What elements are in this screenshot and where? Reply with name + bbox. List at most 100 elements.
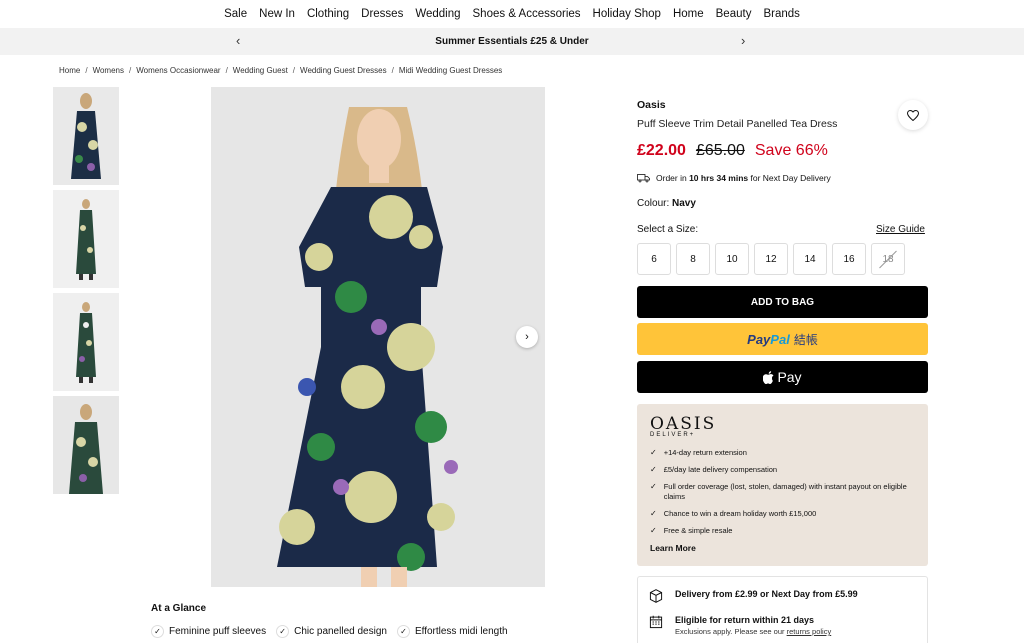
perk-label: +14-day return extension (663, 448, 747, 457)
paypal-checkout-label: 結帳 (793, 332, 818, 347)
size-option-8[interactable]: 8 (676, 243, 710, 275)
size-option-14[interactable]: 14 (793, 243, 827, 275)
perk-label: Free & simple resale (663, 526, 733, 535)
product-brand[interactable]: Oasis (637, 99, 928, 111)
next-image-button[interactable]: › (516, 326, 538, 348)
perk-label: Chance to win a dream holiday worth £15,… (663, 509, 817, 518)
nav-holiday-shop[interactable]: Holiday Shop (587, 8, 667, 20)
nav-sale[interactable]: Sale (218, 8, 253, 20)
breadcrumb-occasionwear[interactable]: Womens Occasionwear (136, 66, 220, 75)
check-icon: ✓ (650, 509, 657, 518)
glance-item: ✓ Effortless midi length (396, 625, 508, 638)
delivery-time: 10 hrs 34 mins (689, 173, 749, 183)
top-navigation: Sale New In Clothing Dresses Wedding Sho… (0, 0, 1024, 28)
breadcrumb-separator: / (129, 66, 132, 75)
check-icon: ✓ (650, 448, 657, 457)
glance-item-label: Effortless midi length (414, 626, 508, 637)
perk-item: ✓ Full order coverage (lost, stolen, dama… (650, 482, 915, 502)
glance-item-label: Chic panelled design (294, 626, 387, 637)
breadcrumb-midi-dresses[interactable]: Midi Wedding Guest Dresses (399, 66, 502, 75)
nav-clothing[interactable]: Clothing (301, 8, 355, 20)
price-row: £22.00 £65.00 Save 66% (637, 142, 928, 160)
nav-brands[interactable]: Brands (757, 8, 805, 20)
chevron-left-icon[interactable]: ‹ (236, 33, 240, 48)
size-option-6[interactable]: 6 (637, 243, 671, 275)
nav-home[interactable]: Home (667, 8, 710, 20)
check-icon: ✓ (650, 465, 657, 474)
perk-item: ✓ Free & simple resale (650, 526, 915, 536)
thumbnail-3[interactable] (53, 293, 119, 391)
thumbnail-1[interactable] (53, 87, 119, 185)
apple-pay-button[interactable]: Pay (637, 361, 928, 393)
returns-info-text: Eligible for return within 21 days (675, 615, 815, 625)
original-price: £65.00 (695, 142, 745, 159)
thumbnail-2[interactable] (53, 190, 119, 288)
check-icon: ✓ (650, 526, 657, 535)
learn-more-link[interactable]: Learn More (650, 543, 915, 553)
perk-item: ✓ £5/day late delivery compensation (650, 465, 915, 475)
paypal-logo-pal: Pal (770, 331, 790, 347)
promo-banner: ‹ Summer Essentials £25 & Under › (0, 28, 1024, 55)
nav-wedding[interactable]: Wedding (409, 8, 466, 20)
nav-beauty[interactable]: Beauty (710, 8, 758, 20)
glance-item-label: Feminine puff sleeves (169, 626, 267, 637)
apple-pay-label: Pay (777, 369, 802, 385)
breadcrumb-home[interactable]: Home (59, 66, 80, 75)
breadcrumb-separator: / (225, 66, 228, 75)
perk-label: Full order coverage (lost, stolen, damag… (663, 482, 907, 501)
apple-icon (763, 370, 774, 384)
nav-shoes-accessories[interactable]: Shoes & Accessories (467, 8, 587, 20)
thumbnail-image (53, 190, 119, 288)
paypal-button[interactable]: Pay Pal 結帳 (637, 323, 928, 355)
colour-value: Navy (672, 198, 696, 209)
chevron-right-icon: › (525, 331, 529, 343)
returns-info-row: Eligible for return within 21 days Exclu… (649, 615, 831, 636)
returns-info: Eligible for return within 21 days Exclu… (675, 615, 831, 636)
perk-label: £5/day late delivery compensation (663, 465, 778, 474)
box-icon (649, 589, 663, 603)
breadcrumb-wedding-guest[interactable]: Wedding Guest (233, 66, 288, 75)
thumbnail-4[interactable] (53, 396, 119, 494)
deliver-plus-perks: ✓ +14-day return extension ✓ £5/day late d… (650, 448, 915, 536)
check-icon: ✓ (151, 625, 164, 638)
size-guide-link[interactable]: Size Guide (876, 224, 925, 235)
perk-item: ✓ Chance to win a dream holiday worth £15… (650, 509, 915, 519)
returns-note-text: Exclusions apply. Please see our (675, 627, 787, 636)
breadcrumb-separator: / (292, 66, 296, 75)
deliver-plus-panel: OASIS DELIVER+ ✓ +14-day return extension… (637, 404, 928, 566)
thumbnail-image (53, 87, 119, 185)
chevron-right-icon[interactable]: › (741, 33, 745, 48)
colour-label: Colour: (637, 198, 673, 209)
add-to-bag-button[interactable]: ADD TO BAG (637, 286, 928, 318)
at-a-glance-list: ✓ Feminine puff sleeves ✓ Chic panelled … (151, 625, 508, 638)
check-icon: ✓ (276, 625, 290, 638)
truck-icon (637, 174, 650, 183)
savings-label: Save 66% (754, 142, 828, 159)
breadcrumb-womens[interactable]: Womens (93, 66, 124, 75)
nav-new-in[interactable]: New In (253, 8, 301, 20)
breadcrumb: Home / Womens / Womens Occasionwear / Weddi… (59, 66, 502, 75)
main-product-image[interactable] (211, 87, 545, 587)
returns-policy-link[interactable]: returns policy (787, 627, 832, 636)
perk-item: ✓ +14-day return extension (650, 448, 915, 458)
nav-dresses[interactable]: Dresses (355, 8, 409, 20)
delivery-info-row: Delivery from £2.99 or Next Day from £5.… (649, 589, 858, 603)
oasis-logo: OASIS (650, 414, 717, 434)
size-option-10[interactable]: 10 (715, 243, 749, 275)
product-name: Puff Sleeve Trim Detail Panelled Tea Dre… (637, 118, 838, 130)
glance-item: ✓ Chic panelled design (276, 625, 387, 638)
delivery-suffix: for Next Day Delivery (748, 173, 831, 183)
size-option-12[interactable]: 12 (754, 243, 788, 275)
shipping-info-box: Delivery from £2.99 or Next Day from £5.… (637, 576, 928, 643)
delivery-countdown: Order in 10 hrs 34 mins for Next Day Del… (637, 173, 928, 183)
check-icon: ✓ (650, 482, 657, 491)
size-option-18[interactable]: 18 (871, 243, 905, 275)
wishlist-button[interactable] (898, 100, 928, 130)
promo-text[interactable]: Summer Essentials £25 & Under (435, 36, 588, 47)
size-option-16[interactable]: 16 (832, 243, 866, 275)
thumbnail-image (53, 293, 119, 391)
breadcrumb-wedding-guest-dresses[interactable]: Wedding Guest Dresses (300, 66, 387, 75)
thumbnail-image (53, 396, 119, 494)
glance-item: ✓ Feminine puff sleeves (151, 625, 266, 638)
at-a-glance-title: At a Glance (151, 603, 207, 614)
